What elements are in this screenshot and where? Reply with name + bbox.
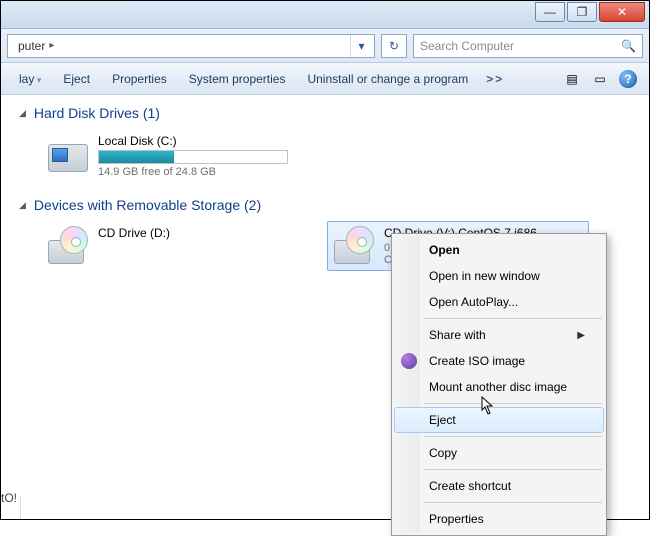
menu-properties[interactable]: Properties [394,506,604,532]
breadcrumb[interactable]: puter [14,39,49,53]
menu-eject[interactable]: Eject [394,407,604,433]
close-icon: ✕ [617,5,627,19]
search-input[interactable]: Search Computer 🔍 [413,34,643,58]
play-button[interactable]: lay [9,68,51,90]
chevron-right-icon[interactable]: ▸ [49,40,58,51]
optical-drive-icon [46,226,90,266]
menu-open[interactable]: Open [394,237,604,263]
context-menu: Open Open in new window Open AutoPlay...… [391,233,607,536]
drive-cd-d[interactable]: CD Drive (D:) [41,221,303,271]
menu-create-iso[interactable]: Create ISO image [394,348,604,374]
drive-free-text: 14.9 GB free of 24.8 GB [98,166,298,178]
address-bar-row: puter ▸ ▾ ↻ Search Computer 🔍 [1,29,649,63]
menu-separator [424,436,602,437]
section-title: Devices with Removable Storage (2) [34,197,261,213]
section-header-hdd[interactable]: ◢ Hard Disk Drives (1) [19,105,637,121]
address-bar[interactable]: puter ▸ ▾ [7,34,375,58]
properties-button[interactable]: Properties [102,68,177,90]
iso-tool-icon [401,353,417,369]
menu-create-shortcut[interactable]: Create shortcut [394,473,604,499]
hard-drive-icon [46,134,90,174]
search-icon: 🔍 [621,39,636,53]
minimize-icon: — [544,5,556,19]
section-hdd: ◢ Hard Disk Drives (1) Local Disk (C:) 1… [13,105,637,183]
views-button[interactable]: ▤ [563,70,581,88]
submenu-arrow-icon: ▶ [577,330,585,341]
section-header-removable[interactable]: ◢ Devices with Removable Storage (2) [19,197,637,213]
system-properties-button[interactable]: System properties [179,68,296,90]
refresh-icon: ↻ [389,39,399,53]
maximize-icon: ❐ [577,5,588,19]
mouse-cursor-icon [481,396,495,416]
menu-copy[interactable]: Copy [394,440,604,466]
menu-share-with[interactable]: Share with ▶ [394,322,604,348]
uninstall-button[interactable]: Uninstall or change a program [297,68,478,90]
address-dropdown-button[interactable]: ▾ [350,35,372,57]
maximize-button[interactable]: ❐ [567,2,597,22]
menu-separator [424,469,602,470]
optical-drive-icon [332,226,376,266]
menu-separator [424,403,602,404]
command-toolbar: lay Eject Properties System properties U… [1,63,649,95]
section-title: Hard Disk Drives (1) [34,105,160,121]
menu-separator [424,502,602,503]
refresh-button[interactable]: ↻ [381,34,407,58]
minimize-button[interactable]: — [535,2,565,22]
drive-title: Local Disk (C:) [98,134,298,148]
menu-mount-image[interactable]: Mount another disc image [394,374,604,400]
collapse-icon: ◢ [19,108,26,119]
window-titlebar: — ❐ ✕ [1,1,649,29]
menu-separator [424,318,602,319]
cropped-text-fragment: tO! [1,491,21,505]
drive-title: CD Drive (D:) [98,226,298,240]
eject-button[interactable]: Eject [53,68,100,90]
collapse-icon: ◢ [19,200,26,211]
drive-local-c[interactable]: Local Disk (C:) 14.9 GB free of 24.8 GB [41,129,303,183]
toolbar-overflow-button[interactable]: >> [480,72,510,86]
window-buttons: — ❐ ✕ [535,2,645,22]
menu-open-autoplay[interactable]: Open AutoPlay... [394,289,604,315]
help-button[interactable]: ? [619,70,637,88]
close-button[interactable]: ✕ [599,2,645,22]
search-placeholder: Search Computer [420,39,514,53]
menu-open-new-window[interactable]: Open in new window [394,263,604,289]
capacity-meter [98,150,288,164]
preview-pane-button[interactable]: ▭ [591,70,609,88]
toolbar-right: ▤ ▭ ? [563,70,641,88]
